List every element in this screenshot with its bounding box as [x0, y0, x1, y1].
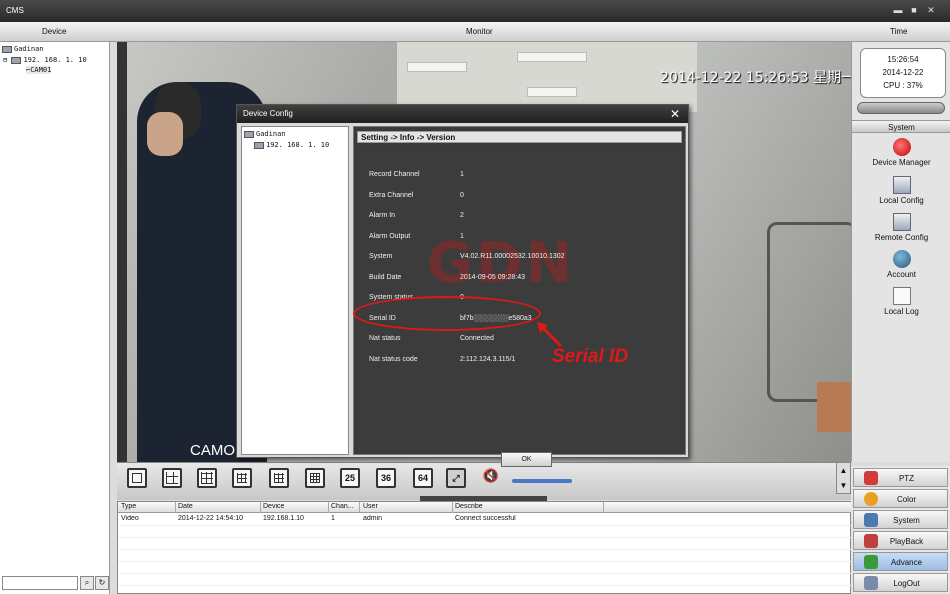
time-header: Time [890, 27, 908, 36]
menu-ptz[interactable]: PTZ [853, 468, 948, 487]
serial-id-highlight [353, 296, 541, 331]
layout-16-button[interactable] [305, 468, 325, 488]
watermark: GDN [427, 231, 576, 296]
layout-12-button[interactable] [269, 468, 289, 488]
window-titlebar: CMS ▬ ■ ✕ [0, 0, 950, 22]
ceiling-light [407, 62, 467, 72]
chair-figure [767, 222, 851, 402]
column-channel[interactable]: Chan... [331, 503, 356, 510]
search-icon[interactable]: ⌕ [80, 576, 94, 590]
close-icon[interactable]: ✕ [926, 5, 936, 15]
system-icon [864, 513, 878, 527]
dialog-close-icon[interactable]: ✕ [670, 107, 680, 121]
event-log-table: Type Date Device Chan... User Describe V… [117, 501, 852, 594]
dvr-icon [254, 141, 264, 149]
ok-button[interactable]: OK [501, 452, 552, 467]
system-panel: 15:26:54 2014-12-22 CPU : 37% System Dev… [851, 42, 950, 462]
column-describe[interactable]: Describe [455, 503, 483, 510]
dialog-tree-root[interactable]: Gadinan [244, 130, 286, 138]
group-icon [2, 45, 12, 53]
cpu-usage: CPU : 37% [883, 81, 923, 90]
device-manager-button[interactable]: Device Manager [852, 138, 950, 174]
advance-icon [864, 555, 878, 569]
clock-date: 2014-12-22 [882, 68, 924, 77]
layout-9-button[interactable] [232, 468, 252, 488]
tree-root[interactable]: Gadinan [2, 45, 44, 53]
layout-6-button[interactable] [197, 468, 217, 488]
remote-config-icon [892, 213, 911, 231]
device-config-dialog: Device Config ✕ Gadinan 192. 168. 1. 10 … [236, 104, 689, 467]
table-row[interactable]: Video 2014-12-22 14:54:10 192.168.1.10 1… [118, 514, 852, 525]
version-info-panel: Setting -> Info -> Version GDN Record Ch… [353, 126, 686, 467]
device-manager-icon [892, 138, 911, 156]
local-config-button[interactable]: Local Config [852, 176, 950, 212]
osd-camera-label: CAMO [190, 442, 235, 459]
layout-36-button[interactable]: 36 [376, 468, 396, 488]
annotation-label: Serial ID [552, 346, 629, 367]
layout-toolbar: 25 36 64 ⤢ 🔇 [117, 462, 851, 501]
breadcrumb: Setting -> Info -> Version [357, 131, 682, 143]
section-header: Device Monitor Time [0, 22, 950, 42]
search-input[interactable] [2, 576, 78, 590]
collapse-icon[interactable]: ⊟ [3, 56, 7, 64]
ptz-icon [864, 471, 878, 485]
main-menu: PTZ Color System PlayBack Advance LogOut [851, 466, 950, 594]
column-date[interactable]: Date [178, 503, 193, 510]
playback-icon [864, 534, 878, 548]
clock-time: 15:26:54 [887, 55, 919, 64]
box-figure [817, 382, 851, 432]
dialog-titlebar: Device Config ✕ [237, 105, 688, 123]
dialog-device-tree: Gadinan 192. 168. 1. 10 [241, 126, 349, 455]
dialog-title: Device Config [243, 109, 293, 118]
device-header: Device [42, 27, 67, 36]
tree-camera[interactable]: ⌐CAM01 [26, 66, 52, 74]
ceiling-light [517, 52, 587, 62]
account-icon [892, 250, 911, 268]
local-log-button[interactable]: Local Log [852, 287, 950, 323]
clock-box: 15:26:54 2014-12-22 CPU : 37% [860, 48, 946, 98]
layout-1-button[interactable] [127, 468, 147, 488]
monitor-header: Monitor [466, 27, 493, 36]
layout-4-button[interactable] [162, 468, 182, 488]
logout-icon [864, 576, 878, 590]
panel-bar [857, 102, 945, 114]
local-config-icon [892, 176, 911, 194]
video-edge [117, 42, 127, 462]
mute-icon[interactable]: 🔇 [481, 468, 501, 488]
refresh-icon[interactable]: ↻ [95, 576, 109, 590]
menu-advance[interactable]: Advance [853, 552, 948, 571]
toolbar-scroll-arrows[interactable]: ▲ ▼ [836, 462, 851, 494]
menu-playback[interactable]: PlayBack [853, 531, 948, 550]
fullscreen-icon[interactable]: ⤢ [446, 468, 466, 488]
log-header-row: Type Date Device Chan... User Describe [118, 502, 852, 513]
app-title: CMS [6, 6, 24, 15]
tree-device[interactable]: ⊟ 192. 168. 1. 10 [3, 56, 87, 64]
menu-color[interactable]: Color [853, 489, 948, 508]
layout-64-button[interactable]: 64 [413, 468, 433, 488]
group-icon [244, 130, 254, 138]
person-face [147, 112, 183, 156]
dialog-tree-device[interactable]: 192. 168. 1. 10 [254, 141, 329, 149]
osd-timestamp: 2014-12-22 15:26:53 星期一 [660, 70, 851, 86]
column-type[interactable]: Type [121, 503, 136, 510]
system-panel-title: System [852, 120, 950, 133]
device-tree-panel: Gadinan ⊟ 192. 168. 1. 10 ⌐CAM01 ⌕ ↻ [0, 42, 110, 594]
layout-25-button[interactable]: 25 [340, 468, 360, 488]
local-log-icon [892, 287, 911, 305]
menu-system[interactable]: System [853, 510, 948, 529]
menu-logout[interactable]: LogOut [853, 573, 948, 592]
minimize-icon[interactable]: ▬ [893, 5, 903, 15]
dvr-icon [11, 56, 22, 64]
color-icon [864, 492, 878, 506]
volume-slider[interactable] [512, 479, 572, 483]
maximize-icon[interactable]: ■ [909, 5, 919, 15]
column-user[interactable]: User [363, 503, 378, 510]
remote-config-button[interactable]: Remote Config [852, 213, 950, 249]
ceiling-light [527, 87, 577, 97]
column-device[interactable]: Device [263, 503, 284, 510]
account-button[interactable]: Account [852, 250, 950, 286]
